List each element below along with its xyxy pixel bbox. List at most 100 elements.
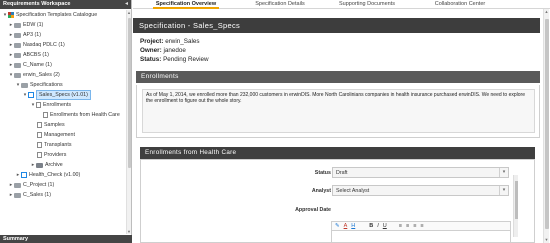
tree-item-health-check[interactable]: ▸ Health_Check (v1.00)	[15, 171, 80, 179]
align-center-icon[interactable]: ≡	[406, 223, 409, 229]
specification-icon	[28, 92, 34, 98]
document-icon	[36, 102, 41, 108]
tree-item-transplants[interactable]: Transplants	[37, 141, 71, 149]
summary-header[interactable]: Summary	[0, 235, 132, 243]
tree-item-c-sales[interactable]: ▸ C_Sales (1)	[8, 191, 51, 199]
page-title: Specification - Sales_Specs	[133, 18, 540, 33]
tree-item-samples[interactable]: Samples	[37, 121, 65, 129]
tree-item-sales-specs[interactable]: ▾ Sales_Specs (v1.01)	[22, 90, 91, 100]
justify-icon[interactable]: ≡	[420, 223, 423, 229]
tree-item-label-selected: Sales_Specs (v1.01)	[36, 90, 91, 100]
enrollments-header: Enrollments	[136, 71, 540, 83]
tree-item-label: AP3 (1)	[23, 32, 41, 38]
folder-icon	[14, 32, 21, 38]
tree-item-label: Archive	[45, 162, 63, 168]
tab-specification-overview[interactable]: Specification Overview	[153, 0, 219, 9]
scrollbar-thumb[interactable]	[128, 18, 131, 168]
eraser-icon[interactable]: ✎	[335, 223, 340, 229]
analyst-select[interactable]: Select Analyst ▾	[332, 185, 509, 196]
tree-item-label: Management	[44, 132, 75, 138]
project-label: Project:	[140, 38, 164, 45]
highlight-icon[interactable]: H	[351, 223, 355, 229]
project-value: erwin_Sales	[165, 38, 200, 45]
status-select-value: Draft	[336, 170, 348, 176]
tree-item-specifications[interactable]: ▾ Specifications	[15, 81, 63, 89]
status-select[interactable]: Draft ▾	[332, 167, 509, 178]
align-left-icon[interactable]: ≡	[399, 223, 402, 229]
specification-icon	[21, 172, 27, 178]
font-color-icon[interactable]: A	[344, 223, 348, 229]
scroll-up-icon[interactable]: ▲	[544, 9, 549, 15]
tree-item-c-name[interactable]: ▸ C_Name (1)	[8, 61, 52, 69]
chevron-left-icon[interactable]: ◂	[125, 0, 128, 9]
workspace-tree: ▾ Specification Templates Catalogue ▸ ED…	[0, 10, 127, 235]
document-icon	[37, 142, 42, 148]
document-icon	[37, 122, 42, 128]
main-scrollbar[interactable]: ▲ ▼	[543, 9, 549, 243]
folder-icon	[14, 182, 21, 188]
tree-item-c-project[interactable]: ▸ C_Project (1)	[8, 181, 54, 189]
tree-item-erwin-sales[interactable]: ▾ erwin_Sales (2)	[8, 71, 60, 79]
tree-item-management[interactable]: Management	[37, 131, 75, 139]
workspace-title: Requirements Workspace	[3, 1, 71, 7]
enrollments-description[interactable]: As of May 1, 2014, we enrolled more than…	[142, 89, 535, 133]
project-row: Project: erwin_Sales	[140, 38, 200, 45]
document-icon	[43, 112, 48, 118]
tree-item-label: ABCBS (1)	[23, 52, 49, 58]
tree-item-edw[interactable]: ▸ EDW (1)	[8, 21, 44, 29]
tree-item-label: Enrollments	[43, 102, 71, 108]
status-row: Status: Pending Review	[140, 56, 209, 63]
scroll-down-icon[interactable]: ▼	[127, 229, 131, 234]
folder-icon	[14, 62, 21, 68]
tree-item-enrollments-health-care[interactable]: Enrollments from Health Care	[43, 111, 120, 119]
workspace-header: Requirements Workspace ◂	[0, 0, 131, 9]
tree-item-label: Samples	[44, 122, 65, 128]
enrollments-section: As of May 1, 2014, we enrolled more than…	[136, 85, 540, 138]
italic-icon[interactable]: I	[377, 223, 379, 229]
document-icon	[37, 152, 42, 158]
tree-item-ap3[interactable]: ▸ AP3 (1)	[8, 31, 41, 39]
health-care-form: Status Draft ▾ Analyst Select Analyst ▾ …	[140, 159, 535, 243]
tree-item-label: C_Name (1)	[23, 62, 52, 68]
folder-icon	[14, 22, 21, 28]
owner-label: Owner:	[140, 47, 162, 54]
tree-item-label: Providers	[44, 152, 67, 158]
folder-icon	[36, 162, 43, 168]
folder-icon	[14, 72, 21, 78]
tab-specification-details[interactable]: Specification Details	[249, 0, 311, 9]
tree-item-providers[interactable]: Providers	[37, 151, 66, 159]
scroll-down-icon[interactable]: ▼	[544, 237, 549, 243]
main-content: Specification Overview Specification Det…	[133, 0, 550, 243]
tree-item-label: Specification Templates Catalogue	[16, 12, 98, 18]
tree-item-nasdaq[interactable]: ▸ Nasdaq PDLC (1)	[8, 41, 65, 49]
tab-collaboration-center[interactable]: Collaboration Center	[430, 0, 490, 9]
align-right-icon[interactable]: ≡	[413, 223, 416, 229]
tree-item-label: C_Sales (1)	[23, 192, 51, 198]
tree-item-label: Specifications	[30, 82, 63, 88]
rich-text-toolbar: ✎ A H B I U ≡ ≡ ≡ ≡	[331, 221, 511, 231]
scrollbar-thumb[interactable]	[515, 181, 518, 219]
chevron-down-icon[interactable]: ▾	[499, 168, 508, 177]
chevron-down-icon[interactable]: ▾	[499, 186, 508, 195]
tree-item-abcbs[interactable]: ▸ ABCBS (1)	[8, 51, 49, 59]
status-value: Pending Review	[163, 56, 209, 63]
scrollbar-thumb[interactable]	[545, 19, 549, 229]
tree-item-archive[interactable]: ▸ Archive	[30, 161, 63, 169]
tree-item-label: EDW (1)	[23, 22, 44, 28]
tree-item-enrollments[interactable]: ▾ Enrollments	[30, 101, 71, 109]
tree-item-label: Transplants	[44, 142, 72, 148]
folder-icon	[14, 192, 21, 198]
form-scrollbar[interactable]	[513, 175, 518, 237]
underline-icon[interactable]: U	[383, 223, 387, 229]
tab-supporting-documents[interactable]: Supporting Documents	[335, 0, 399, 9]
bold-icon[interactable]: B	[369, 223, 373, 229]
approval-text-editor[interactable]	[331, 231, 511, 243]
workspace-scrollbar[interactable]: ▲ ▼	[126, 10, 131, 234]
tree-item-catalogue[interactable]: ▾ Specification Templates Catalogue	[2, 11, 97, 19]
tree-item-label: Health_Check (v1.00)	[29, 172, 81, 178]
requirements-workspace-panel: Requirements Workspace ◂ ▾ Specification…	[0, 0, 132, 243]
tab-bar: Specification Overview Specification Det…	[133, 0, 550, 9]
scroll-up-icon[interactable]: ▲	[127, 10, 131, 15]
folder-icon	[14, 52, 21, 58]
status-field-label: Status	[314, 170, 331, 176]
